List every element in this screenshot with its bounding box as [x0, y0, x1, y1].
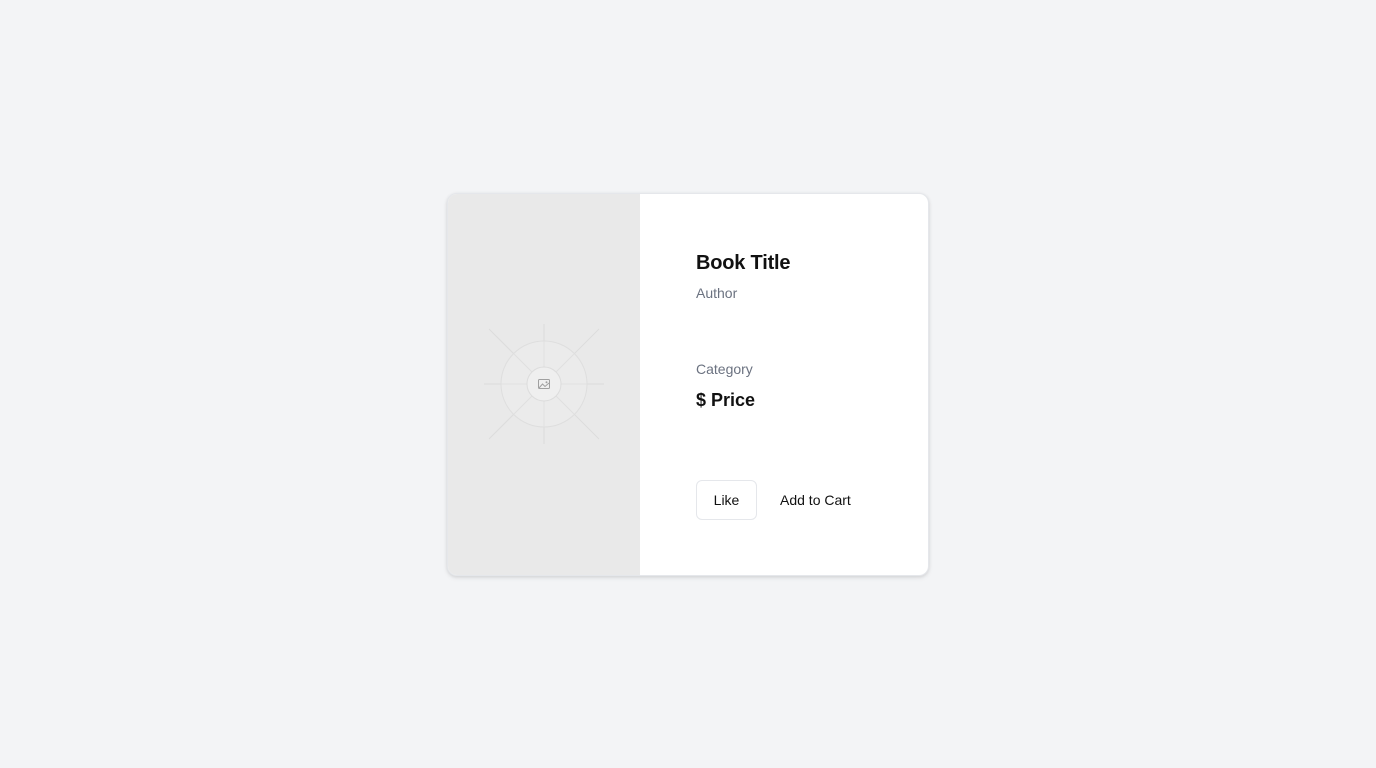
book-author: Author — [696, 285, 738, 301]
book-title: Book Title — [696, 252, 791, 274]
book-info: Book Title Author Category $ Price Like … — [640, 194, 928, 575]
book-price: $ Price — [696, 390, 756, 410]
book-cover-placeholder — [448, 194, 640, 575]
book-card: Book Title Author Category $ Price Like … — [447, 193, 929, 576]
add-to-cart-button[interactable]: Add to Cart — [770, 480, 861, 520]
like-button[interactable]: Like — [696, 480, 757, 520]
book-category: Category — [696, 361, 753, 377]
image-placeholder-icon — [484, 324, 604, 444]
